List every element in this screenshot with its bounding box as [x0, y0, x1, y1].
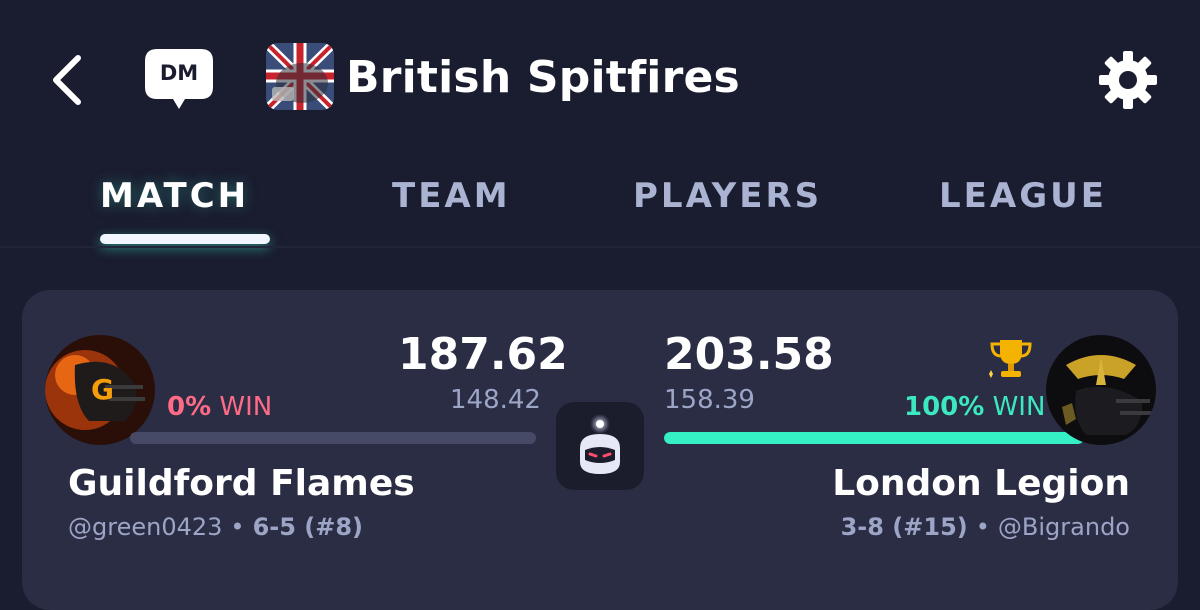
- meta-separator: •: [975, 513, 990, 541]
- right-team-meta: 3-8 (#15) • @Bigrando: [841, 512, 1130, 542]
- left-team-record: 6-5 (#8): [252, 513, 364, 541]
- tab-team[interactable]: TEAM: [392, 172, 511, 220]
- tab-bar: MATCH TEAM PLAYERS LEAGUE: [0, 150, 1200, 246]
- right-team-name[interactable]: London Legion: [832, 462, 1130, 506]
- right-win-probability: 100% WIN: [904, 391, 1045, 423]
- left-win-bar: [130, 432, 536, 444]
- league-title: British Spitfires: [346, 52, 740, 103]
- header-divider: [0, 246, 1200, 248]
- svg-text:G: G: [91, 373, 114, 406]
- dm-label: DM: [159, 61, 199, 85]
- matchup-bot-badge[interactable]: [556, 402, 644, 490]
- right-team-owner[interactable]: @Bigrando: [998, 513, 1130, 541]
- right-team-projected: 158.39: [664, 385, 755, 415]
- direct-message-button[interactable]: DM: [143, 47, 215, 111]
- settings-button[interactable]: [1096, 48, 1160, 112]
- tab-league[interactable]: LEAGUE: [939, 172, 1107, 220]
- tab-match[interactable]: MATCH: [100, 172, 249, 220]
- gear-icon: [1099, 51, 1157, 109]
- winner-trophy-icon: [986, 336, 1036, 380]
- left-team-name[interactable]: Guildford Flames: [68, 462, 415, 506]
- left-win-probability: 0% WIN: [167, 391, 272, 423]
- left-team-projected: 148.42: [450, 385, 541, 415]
- right-win-pct: 100%: [904, 392, 985, 422]
- meta-separator: •: [230, 513, 245, 541]
- left-team-owner[interactable]: @green0423: [68, 513, 222, 541]
- flames-helmet-icon: G: [45, 335, 155, 445]
- league-logo[interactable]: [266, 43, 334, 110]
- left-win-pct: 0%: [167, 392, 212, 422]
- union-jack-helmet-icon: [266, 43, 334, 110]
- left-team-avatar[interactable]: G: [45, 335, 155, 445]
- right-win-bar: [664, 432, 1084, 444]
- robot-mascot-icon: [580, 414, 620, 474]
- left-team-meta: @green0423 • 6-5 (#8): [68, 512, 363, 542]
- right-team-record: 3-8 (#15): [840, 513, 968, 541]
- chevron-left-icon: [53, 55, 81, 105]
- right-win-bar-fill: [664, 432, 1084, 444]
- back-button[interactable]: [44, 50, 92, 110]
- active-tab-indicator: [100, 234, 270, 244]
- left-win-label: WIN: [219, 392, 273, 422]
- tab-players[interactable]: PLAYERS: [633, 172, 822, 220]
- left-team-score: 187.62: [398, 329, 568, 380]
- right-win-label: WIN: [992, 392, 1046, 422]
- right-team-score: 203.58: [664, 329, 834, 380]
- legion-eagle-helmet-icon: [1046, 335, 1156, 445]
- right-team-avatar[interactable]: [1046, 335, 1156, 445]
- app-header: DM British Spitfires: [0, 0, 1200, 150]
